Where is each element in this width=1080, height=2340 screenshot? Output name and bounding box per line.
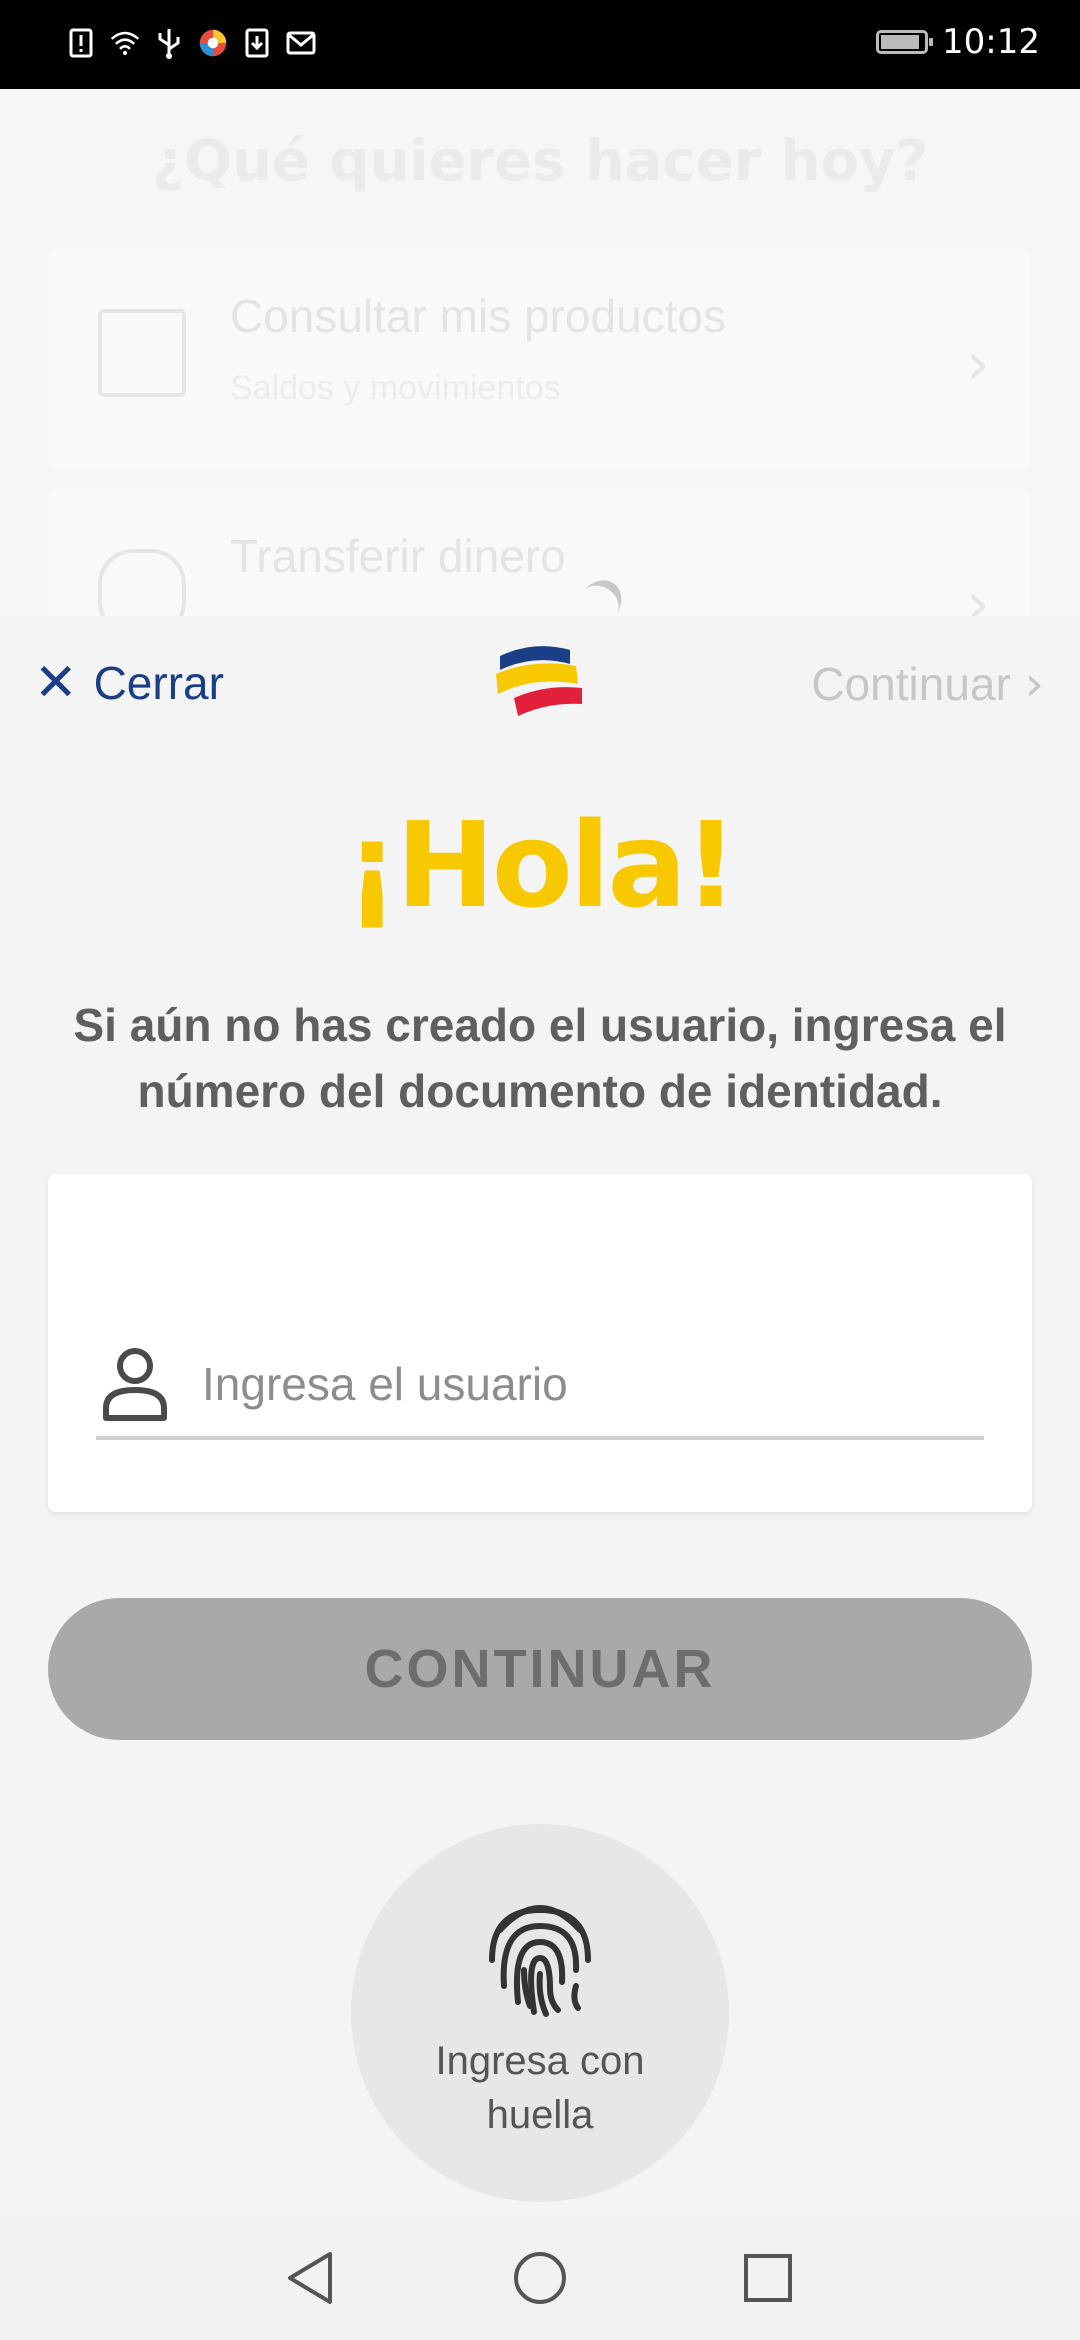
greeting-title: ¡Hola! xyxy=(345,796,738,934)
sheet-header: ✕ Cerrar Continuar › xyxy=(0,616,1080,746)
system-navigation-bar xyxy=(0,2216,1080,2340)
recents-square-icon xyxy=(744,2254,792,2302)
document-search-icon xyxy=(98,309,186,397)
continue-header-button[interactable]: Continuar › xyxy=(811,656,1044,712)
wifi-icon xyxy=(110,26,140,60)
status-bar: 10:12 xyxy=(0,0,1080,89)
chevron-right-icon: › xyxy=(1024,656,1044,712)
app-icon xyxy=(198,26,228,60)
status-icons xyxy=(66,26,316,60)
mail-icon xyxy=(286,26,316,60)
fingerprint-login-button[interactable]: Ingresa con huella xyxy=(351,1824,729,2202)
fingerprint-icon xyxy=(480,1890,600,2020)
close-button[interactable]: ✕ Cerrar xyxy=(34,656,224,710)
close-label: Cerrar xyxy=(93,657,224,709)
back-triangle-icon xyxy=(288,2252,332,2304)
usb-icon xyxy=(154,26,184,60)
battery-charging-icon xyxy=(876,30,934,54)
login-sheet: ✕ Cerrar Continuar › ¡Hola! Si aún no ha… xyxy=(0,616,1080,2216)
background-card-products: Consultar mis productos Saldos y movimie… xyxy=(48,249,1030,469)
background-card-title: Consultar mis productos xyxy=(230,290,726,342)
fingerprint-label: Ingresa con huella xyxy=(435,2039,645,2137)
status-right: 10:12 xyxy=(876,22,1040,62)
chevron-right-icon: › xyxy=(966,329,990,399)
close-icon: ✕ xyxy=(34,653,78,713)
continue-header-label: Continuar xyxy=(811,658,1011,710)
background-card-subtitle: Saldos y movimientos xyxy=(230,369,561,407)
background-card-title: Transferir dinero xyxy=(230,530,566,582)
recents-nav-button[interactable] xyxy=(738,2248,798,2308)
background-card-transfer: Transferir dinero › xyxy=(48,489,1030,619)
home-circle-icon xyxy=(514,2252,566,2304)
money-transfer-icon xyxy=(98,549,186,619)
input-underline xyxy=(96,1436,984,1440)
continue-button[interactable]: CONTINUAR xyxy=(48,1598,1032,1740)
back-nav-button[interactable] xyxy=(280,2248,340,2308)
bank-logo xyxy=(484,634,594,728)
instruction-text: Si aún no has creado el usuario, ingresa… xyxy=(73,999,1007,1117)
download-icon xyxy=(242,26,272,60)
alert-icon xyxy=(66,26,96,60)
background-content: ¿Qué quieres hacer hoy? Consultar mis pr… xyxy=(0,89,1080,619)
user-icon xyxy=(100,1346,170,1422)
clock: 10:12 xyxy=(942,22,1040,62)
login-card xyxy=(48,1174,1032,1512)
continue-button-label: CONTINUAR xyxy=(364,1639,716,1699)
username-input[interactable] xyxy=(200,1348,984,1420)
home-nav-button[interactable] xyxy=(510,2248,570,2308)
background-title: ¿Qué quieres hacer hoy? xyxy=(151,129,929,194)
chevron-right-icon: › xyxy=(966,569,990,619)
